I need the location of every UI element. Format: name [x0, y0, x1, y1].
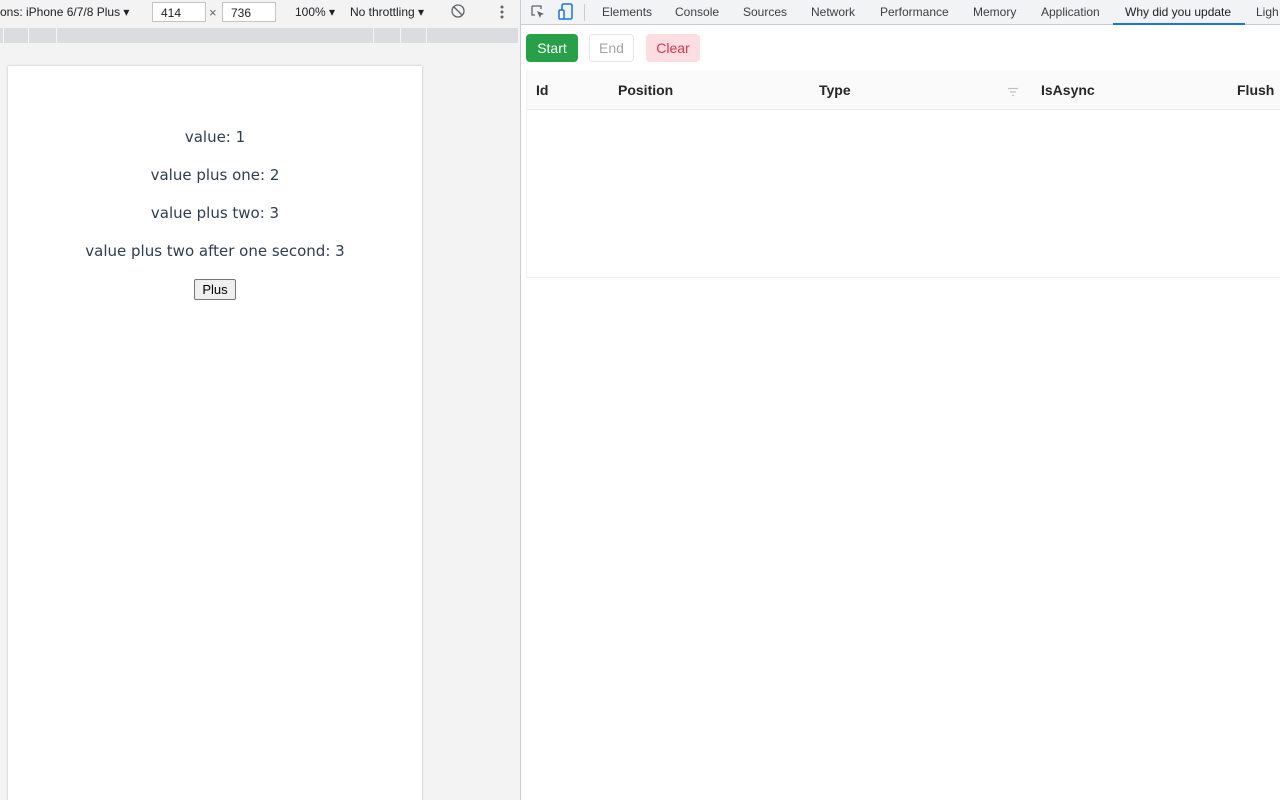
rotate-icon[interactable]: [450, 3, 466, 22]
tab-memory[interactable]: Memory: [973, 5, 1016, 19]
tab-application[interactable]: Application: [1041, 5, 1100, 19]
device-toggle-icon[interactable]: [558, 3, 574, 24]
plus-button[interactable]: Plus: [194, 279, 236, 300]
column-header-type[interactable]: Type: [819, 82, 851, 98]
zoom-select[interactable]: 100% ▾: [295, 5, 335, 19]
filter-icon[interactable]: [1007, 84, 1019, 100]
value-plus-one-text: value plus one: 2: [150, 166, 280, 184]
tab-why-did-you-update[interactable]: Why did you update: [1125, 5, 1231, 19]
kebab-icon[interactable]: [496, 3, 508, 24]
value-plus-two-delayed-text: value plus two after one second: 3: [85, 242, 345, 260]
tab-network[interactable]: Network: [811, 5, 855, 19]
start-button[interactable]: Start: [526, 34, 578, 62]
tab-console[interactable]: Console: [675, 5, 719, 19]
devtools-panel: Elements Console Sources Network Perform…: [521, 0, 1280, 800]
table-body: [527, 110, 1280, 277]
height-input[interactable]: 736: [222, 2, 276, 22]
times-glyph: ×: [209, 5, 217, 20]
column-header-flush[interactable]: Flush: [1237, 82, 1274, 98]
device-selector[interactable]: ons: iPhone 6/7/8 Plus ▾: [0, 5, 129, 19]
tab-performance[interactable]: Performance: [880, 5, 949, 19]
value-text: value: 1: [184, 128, 246, 146]
devtools-tab-bar: Elements Console Sources Network Perform…: [521, 0, 1280, 25]
updates-table: Id Position Type IsAsync Flush: [526, 70, 1280, 278]
device-toolbar: ons: iPhone 6/7/8 Plus ▾ 414 × 736 100% …: [0, 0, 520, 25]
value-plus-two-text: value plus two: 3: [150, 204, 280, 222]
toolbar-divider: [584, 4, 585, 21]
column-header-id[interactable]: Id: [536, 82, 548, 98]
media-query-bar[interactable]: [0, 28, 518, 43]
throttling-select[interactable]: No throttling ▾: [350, 5, 424, 19]
table-header: Id Position Type IsAsync Flush: [527, 70, 1280, 110]
active-tab-indicator: [1113, 23, 1245, 25]
tab-elements[interactable]: Elements: [602, 5, 652, 19]
emulated-viewport: value: 1 value plus one: 2 value plus tw…: [8, 66, 422, 800]
inspect-element-icon[interactable]: [530, 4, 546, 23]
column-header-isasync[interactable]: IsAsync: [1041, 82, 1095, 98]
width-input[interactable]: 414: [152, 2, 206, 22]
tab-lighthouse[interactable]: Ligh: [1256, 5, 1279, 19]
column-header-position[interactable]: Position: [618, 82, 673, 98]
end-button[interactable]: End: [589, 34, 634, 62]
clear-button[interactable]: Clear: [646, 34, 700, 62]
tab-sources[interactable]: Sources: [743, 5, 787, 19]
device-emulation-pane: ons: iPhone 6/7/8 Plus ▾ 414 × 736 100% …: [0, 0, 520, 800]
